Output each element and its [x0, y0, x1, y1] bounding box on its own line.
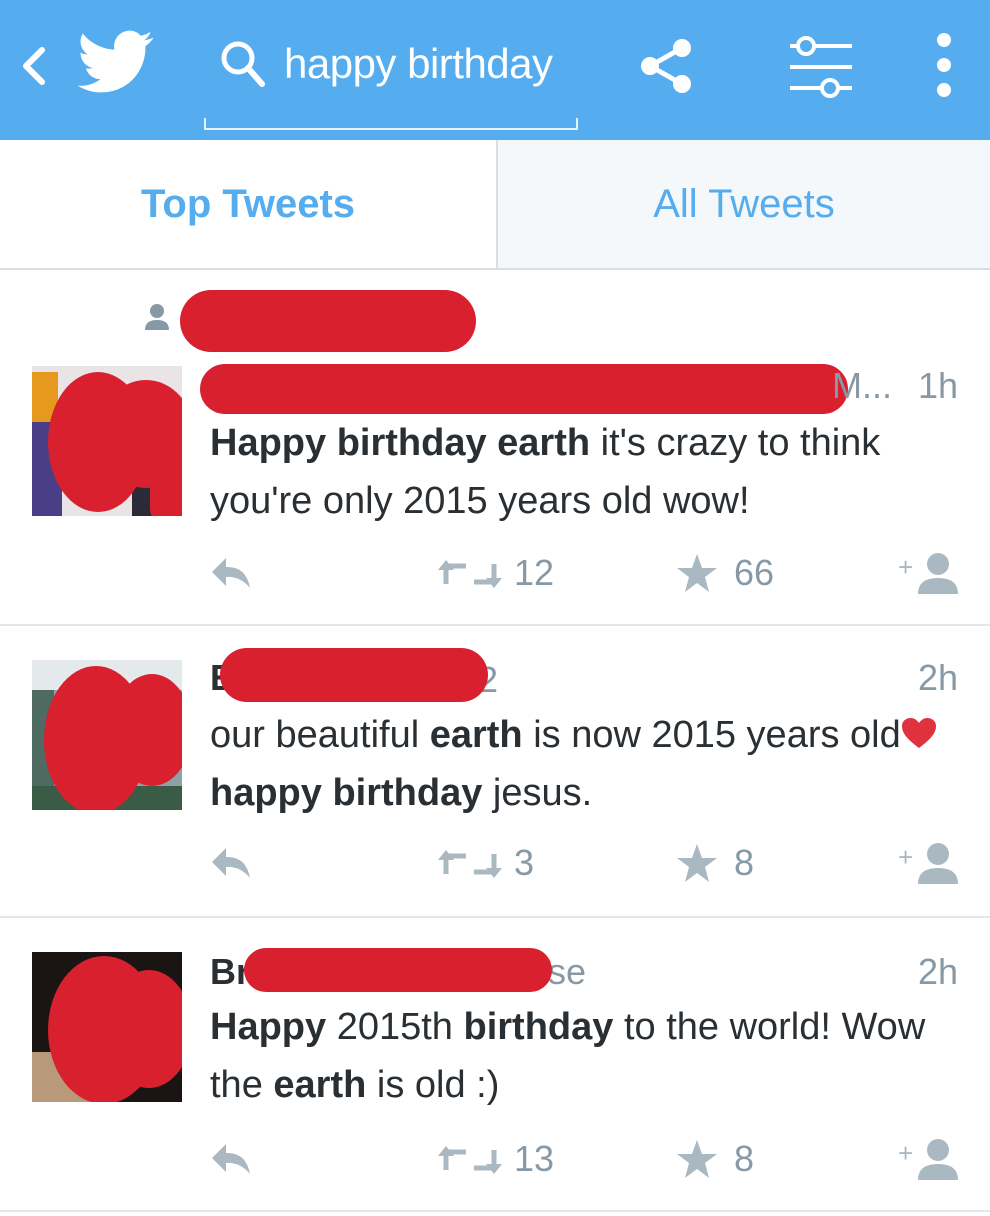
redacted-author-name: [220, 648, 488, 702]
author-handle: se: [548, 951, 587, 992]
retweet-icon[interactable]: [438, 848, 502, 880]
retweet-count: 3: [514, 842, 535, 883]
tweet-text-plain: our beautiful: [210, 714, 430, 756]
tweet-item[interactable]: Br se 2h Happy 2015th birthday to the wo…: [0, 918, 990, 1212]
avatar[interactable]: [32, 660, 182, 810]
tweet-timestamp: 1h: [917, 365, 958, 406]
tweet-item[interactable]: E 2 2h our beautiful earth is now 2015 y…: [0, 626, 990, 918]
redacted-author-name: [200, 364, 848, 414]
avatar[interactable]: [32, 952, 182, 1102]
share-icon[interactable]: [636, 34, 700, 98]
tweet-text-bold: Happy birthday earth: [210, 422, 591, 464]
back-icon[interactable]: [16, 42, 50, 90]
retweet-icon[interactable]: [438, 558, 502, 590]
tweet-actions: 13 8 +: [0, 1134, 990, 1184]
follow-icon[interactable]: +: [898, 550, 962, 596]
favorite-count: 8: [734, 842, 755, 883]
avatar[interactable]: [32, 366, 182, 516]
tweet-actions: 12 66 +: [0, 548, 990, 598]
tweet-text-plain: is now 2015 years old: [522, 714, 901, 756]
tweet-text: our beautiful earth is now 2015 years ol…: [210, 706, 970, 822]
tweet-text-bold: happy birthday: [210, 772, 483, 814]
favorite-star-icon[interactable]: [676, 552, 718, 594]
tab-top-tweets[interactable]: Top Tweets: [0, 140, 496, 268]
retweet-icon[interactable]: [438, 1144, 502, 1176]
overflow-menu-icon[interactable]: [926, 30, 962, 100]
tweet-item[interactable]: M... 1h Happy birthday earth it's crazy …: [0, 270, 990, 626]
reply-icon[interactable]: [210, 846, 252, 880]
author-handle: M...: [832, 365, 892, 406]
redacted-author-name: [244, 948, 552, 992]
filter-icon[interactable]: [786, 36, 856, 98]
reply-icon[interactable]: [210, 1142, 252, 1176]
tweet-text-plain: jesus.: [482, 772, 593, 814]
favorite-star-icon[interactable]: [676, 1138, 718, 1180]
svg-text:+: +: [898, 552, 913, 582]
favorite-star-icon[interactable]: [676, 842, 718, 884]
tweet-text: Happy 2015th birthday to the world! Wow …: [210, 998, 970, 1114]
tweet-text-bold: Happy: [210, 1006, 327, 1048]
tweet-text: Happy birthday earth it's crazy to think…: [210, 414, 970, 530]
tweet-text-plain: is old :): [366, 1064, 500, 1106]
favorite-count: 8: [734, 1138, 755, 1179]
retweet-count: 13: [514, 1138, 555, 1179]
search-field-underline: [204, 118, 578, 130]
tab-all-tweets[interactable]: All Tweets: [496, 140, 990, 268]
search-icon[interactable]: [214, 36, 270, 92]
tweet-text-bold: birthday: [463, 1006, 614, 1048]
search-query-text[interactable]: happy birthday: [284, 34, 584, 94]
tweet-timestamp: 2h: [917, 951, 958, 992]
tweet-text-plain: 2015th: [326, 1006, 464, 1048]
app-bar: happy birthday: [0, 0, 990, 140]
tweet-timestamp: 2h: [917, 657, 958, 698]
twitter-bird-icon[interactable]: [78, 30, 154, 94]
follow-icon[interactable]: +: [898, 1136, 962, 1182]
tab-bar: Top Tweets All Tweets: [0, 140, 990, 270]
follow-icon[interactable]: +: [898, 840, 962, 886]
favorite-count: 66: [734, 552, 775, 593]
svg-text:+: +: [898, 842, 913, 872]
redacted-retweeter-name: [180, 290, 476, 352]
tweet-text-bold: earth: [273, 1064, 367, 1106]
svg-text:+: +: [898, 1138, 913, 1168]
reply-icon[interactable]: [210, 556, 252, 590]
person-icon: [145, 304, 169, 330]
tweet-text-bold: earth: [429, 714, 523, 756]
heart-emoji-icon: [901, 718, 936, 748]
retweet-count: 12: [514, 552, 555, 593]
tweet-actions: 3 8 +: [0, 838, 990, 888]
